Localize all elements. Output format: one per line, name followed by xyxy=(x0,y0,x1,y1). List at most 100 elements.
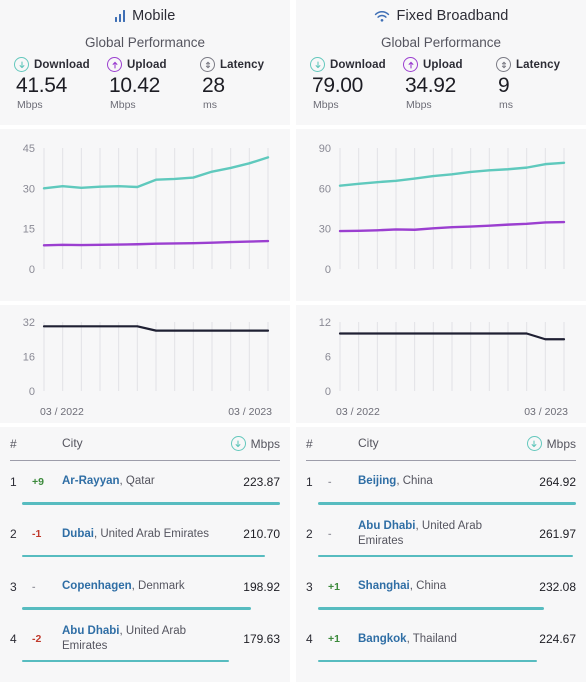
metric-upload: Upload34.92Mbps xyxy=(403,57,496,111)
row-rank: 3 xyxy=(306,580,328,594)
table-row[interactable]: 3-Copenhagen, Denmark198.92 xyxy=(10,566,280,619)
metric-label: Upload xyxy=(423,59,463,71)
latency-chart[interactable]: 061203 / 202203 / 2023 xyxy=(304,314,576,419)
table-row-content: 5+1New York, United States224.41 xyxy=(306,671,576,682)
table-row[interactable]: 1-Beijing, China264.92 xyxy=(306,461,576,514)
row-value: 223.87 xyxy=(222,475,280,489)
table-row[interactable]: 1+9Ar-Rayyan, Qatar223.87 xyxy=(10,461,280,514)
speed-chart[interactable]: 0 30 60 90 xyxy=(304,138,576,297)
latency-circle-icon xyxy=(496,57,511,72)
metric-head: Latency xyxy=(200,57,264,72)
row-city[interactable]: Ar-Rayyan, Qatar xyxy=(62,474,222,489)
table-header-row: #CityMbps xyxy=(306,427,576,461)
svg-text:03 / 2023: 03 / 2023 xyxy=(524,406,568,418)
row-bar-wrap xyxy=(306,502,576,514)
chart-canvas-fixed-latency: 061203 / 202203 / 2023 xyxy=(304,314,576,419)
metric-unit: Mbps xyxy=(17,99,43,111)
download-circle-icon xyxy=(231,436,246,451)
row-rank-change: - xyxy=(328,528,358,540)
row-rank-change: +1 xyxy=(328,633,358,645)
metric-label: Download xyxy=(34,59,90,71)
metric-unit: Mbps xyxy=(110,99,136,111)
row-value-bar xyxy=(318,555,573,558)
row-city-name[interactable]: Beijing xyxy=(358,475,396,487)
row-city-name[interactable]: Bangkok xyxy=(358,633,407,645)
row-city-name[interactable]: Dubai xyxy=(62,528,94,540)
row-city[interactable]: Abu Dhabi, United Arab Emirates xyxy=(358,519,518,549)
row-city-name[interactable]: Abu Dhabi xyxy=(62,625,120,637)
row-city[interactable]: Abu Dhabi, United Arab Emirates xyxy=(62,624,222,654)
table-row-content: 3+1Shanghai, China232.08 xyxy=(306,566,576,607)
row-city[interactable]: Copenhagen, Denmark xyxy=(62,579,222,594)
metric-head: Latency xyxy=(496,57,560,72)
row-bar-wrap xyxy=(10,555,280,567)
upload-circle-icon xyxy=(403,57,418,72)
metric-download: Download79.00Mbps xyxy=(310,57,403,111)
row-rank-change: -1 xyxy=(32,528,62,540)
svg-text:45: 45 xyxy=(23,143,35,155)
table-row[interactable]: 4-2Abu Dhabi, United Arab Emirates179.63 xyxy=(10,619,280,672)
row-value: 224.67 xyxy=(518,632,576,646)
table-row[interactable]: 4+1Bangkok, Thailand224.67 xyxy=(306,619,576,672)
table-row[interactable]: 5+4Oslo, Norway177.06 xyxy=(10,671,280,682)
row-value: 232.08 xyxy=(518,580,576,594)
row-bar-wrap xyxy=(10,607,280,619)
svg-text:90: 90 xyxy=(319,143,331,155)
row-rank: 4 xyxy=(10,632,32,646)
header-value: Mbps xyxy=(518,436,576,451)
summary-card-mobile: MobileGlobal PerformanceDownload41.54Mbp… xyxy=(0,0,290,125)
top-cities-table-mobile: #CityMbps1+9Ar-Rayyan, Qatar223.87 2-1Dub… xyxy=(0,427,290,682)
metric-head: Upload xyxy=(107,57,167,72)
table-row[interactable]: 3+1Shanghai, China232.08 xyxy=(306,566,576,619)
table-row-content: 1-Beijing, China264.92 xyxy=(306,461,576,502)
table-row[interactable]: 5+1New York, United States224.41 xyxy=(306,671,576,682)
metric-unit: ms xyxy=(203,99,217,111)
row-bar-wrap xyxy=(306,555,576,567)
row-city-name[interactable]: Ar-Rayyan xyxy=(62,475,120,487)
row-rank: 2 xyxy=(306,527,328,541)
row-city[interactable]: Dubai, United Arab Emirates xyxy=(62,527,222,542)
table-row-content: 1+9Ar-Rayyan, Qatar223.87 xyxy=(10,461,280,502)
metric-head: Download xyxy=(14,57,90,72)
metric-unit: Mbps xyxy=(313,99,339,111)
metric-unit: ms xyxy=(499,99,513,111)
metric-head: Upload xyxy=(403,57,463,72)
svg-text:0: 0 xyxy=(29,264,35,276)
row-rank: 4 xyxy=(306,632,328,646)
latency-circle-icon xyxy=(200,57,215,72)
svg-text:60: 60 xyxy=(319,183,331,195)
row-city[interactable]: Shanghai, China xyxy=(358,579,518,594)
latency-chart-card-fixed-broadband: 061203 / 202203 / 2023 xyxy=(296,305,586,423)
row-city-name[interactable]: Copenhagen xyxy=(62,580,132,592)
table-row[interactable]: 2-Abu Dhabi, United Arab Emirates261.97 xyxy=(306,514,576,567)
row-rank-change: -2 xyxy=(32,633,62,645)
row-city-country: , United Arab Emirates xyxy=(94,528,209,540)
table-header-row: #CityMbps xyxy=(10,427,280,461)
signal-bars-icon xyxy=(115,10,126,22)
summary-card-fixed-broadband: Fixed BroadbandGlobal PerformanceDownloa… xyxy=(296,0,586,125)
header-city: City xyxy=(358,436,518,451)
table-row[interactable]: 2-1Dubai, United Arab Emirates210.70 xyxy=(10,514,280,567)
row-bar-wrap xyxy=(306,660,576,672)
wifi-icon xyxy=(374,10,390,23)
metric-unit: Mbps xyxy=(406,99,432,111)
svg-text:03 / 2022: 03 / 2022 xyxy=(336,406,380,418)
row-city-name[interactable]: Shanghai xyxy=(358,580,410,592)
header-city: City xyxy=(62,436,222,451)
svg-text:0: 0 xyxy=(325,264,331,276)
header-value: Mbps xyxy=(222,436,280,451)
panel-fixed-broadband: Fixed BroadbandGlobal PerformanceDownloa… xyxy=(296,0,586,682)
latency-chart[interactable]: 0163203 / 202203 / 2023 xyxy=(8,314,280,419)
row-rank-change: +9 xyxy=(32,476,62,488)
row-value-bar xyxy=(318,660,537,663)
speed-chart[interactable]: 0153045 xyxy=(8,138,280,297)
upload-circle-icon xyxy=(107,57,122,72)
row-city[interactable]: Beijing, China xyxy=(358,474,518,489)
svg-text:30: 30 xyxy=(23,183,35,195)
row-city-country: , Denmark xyxy=(132,580,185,592)
panel-title-mobile: Mobile xyxy=(0,0,290,32)
speed-chart-card-mobile: 0153045 xyxy=(0,129,290,301)
row-city[interactable]: Bangkok, Thailand xyxy=(358,632,518,647)
svg-text:30: 30 xyxy=(319,224,331,236)
row-city-name[interactable]: Abu Dhabi xyxy=(358,520,416,532)
